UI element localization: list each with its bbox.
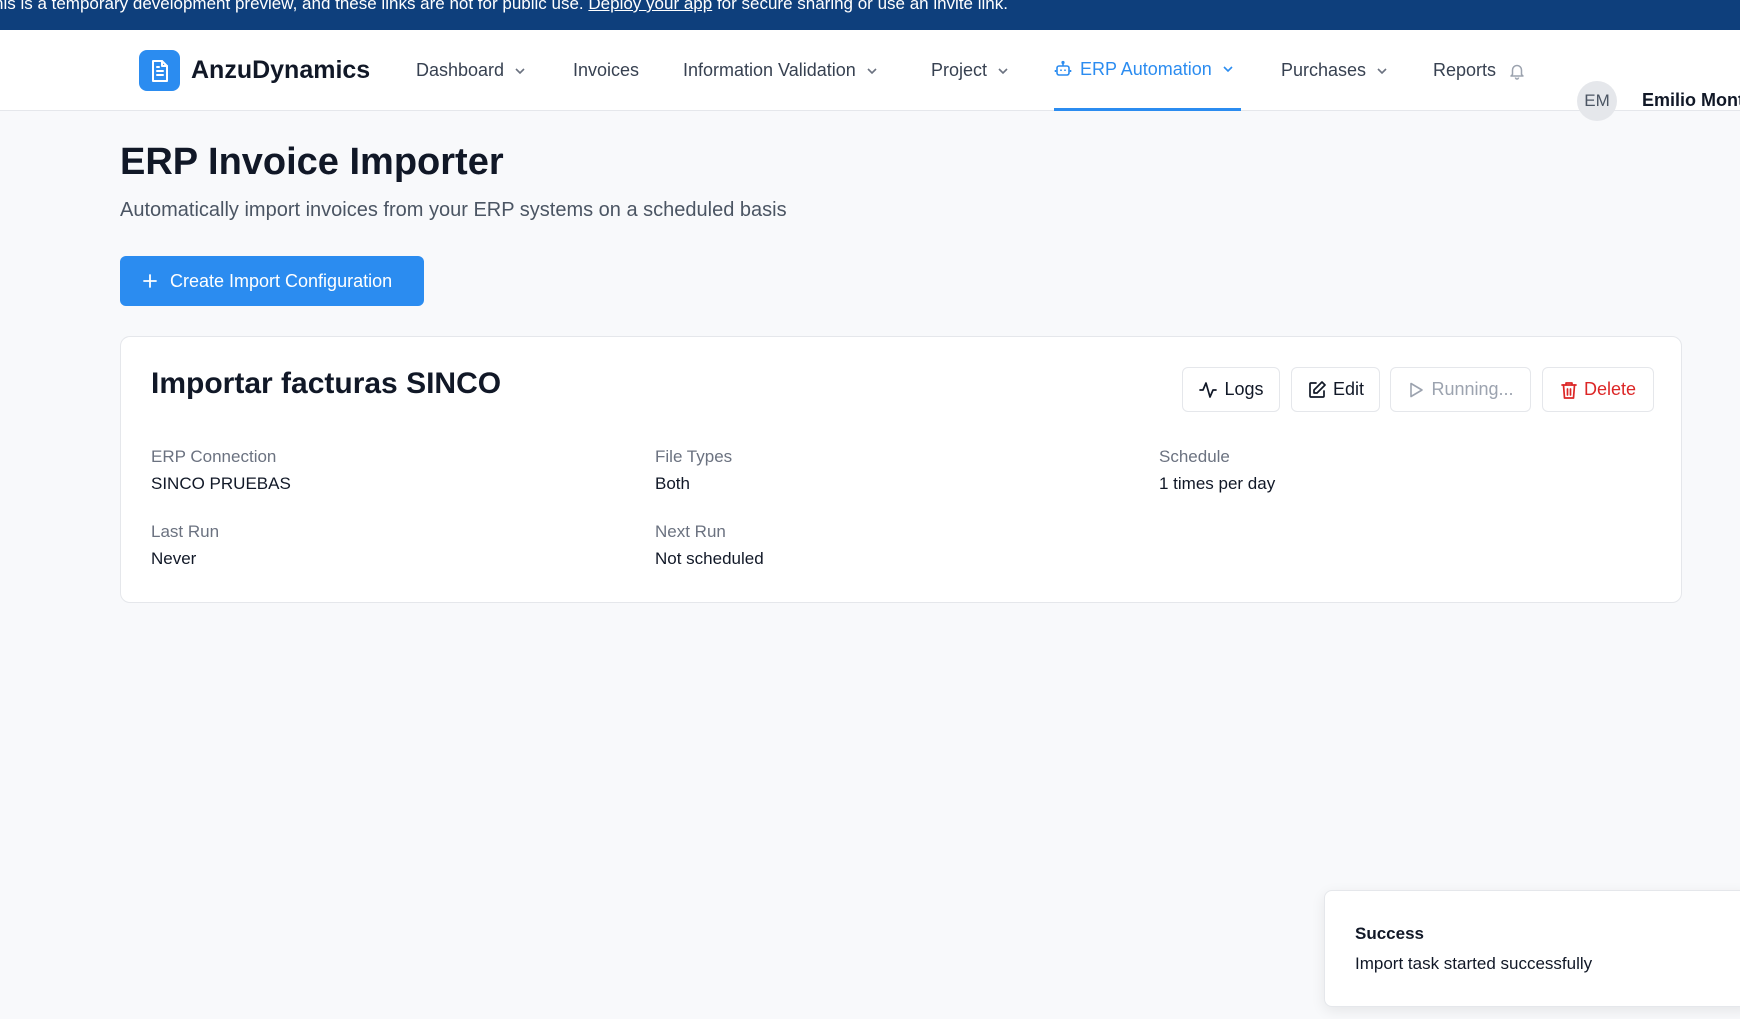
nav-dashboard[interactable]: Dashboard: [416, 30, 527, 111]
import-configuration-card: Importar facturas SINCO Logs Edit Runnin…: [120, 336, 1682, 603]
delete-button[interactable]: Delete: [1542, 367, 1654, 412]
nav-project[interactable]: Project: [931, 30, 1010, 111]
chevron-down-icon: [865, 64, 879, 78]
last-run-value: Never: [151, 549, 197, 568]
logs-button[interactable]: Logs: [1182, 367, 1280, 412]
nav-purchases[interactable]: Purchases: [1281, 30, 1389, 111]
avatar-initials: EM: [1584, 91, 1610, 110]
create-import-configuration-label: Create Import Configuration: [170, 270, 393, 291]
file-types-value: Both: [655, 474, 690, 493]
nav-erp-automation[interactable]: ERP Automation: [1054, 30, 1241, 111]
nav-erp-automation-label: ERP Automation: [1080, 58, 1212, 79]
edit-label: Edit: [1332, 379, 1365, 399]
logs-label: Logs: [1224, 379, 1264, 399]
nav-dashboard-label: Dashboard: [416, 60, 505, 80]
toast-message: Import task started successfully: [1355, 954, 1593, 973]
trash-icon: [1560, 380, 1578, 400]
page-title: ERP Invoice Importer: [120, 141, 504, 183]
next-run-label: Next Run: [655, 522, 726, 541]
nav-reports[interactable]: Reports: [1433, 30, 1526, 111]
schedule-value: 1 times per day: [1159, 474, 1276, 493]
banner-text-after: for secure sharing or use an invite link…: [716, 0, 1008, 13]
nav-information-validation[interactable]: Information Validation: [683, 30, 879, 111]
brand-name: AnzuDynamics: [191, 56, 371, 84]
toast-title: Success: [1355, 924, 1424, 943]
deploy-app-link[interactable]: Deploy your app: [588, 0, 712, 13]
plus-icon: [142, 273, 158, 289]
schedule-label: Schedule: [1159, 447, 1230, 466]
nav-invoices-label: Invoices: [573, 60, 640, 80]
nav-information-validation-label: Information Validation: [683, 60, 856, 80]
nav-project-label: Project: [931, 60, 988, 80]
delete-label: Delete: [1583, 379, 1637, 399]
run-button[interactable]: Running...: [1390, 367, 1531, 412]
bell-icon[interactable]: [1508, 62, 1526, 80]
dev-preview-banner: his is a temporary development preview, …: [0, 0, 1740, 30]
play-icon: [1407, 381, 1425, 399]
user-name[interactable]: Emilio Mont: [1642, 90, 1740, 111]
next-run-value: Not scheduled: [655, 549, 764, 568]
top-navigation: AnzuDynamics Dashboard Invoices Informat…: [0, 30, 1740, 121]
chevron-down-icon: [996, 64, 1010, 78]
edit-icon: [1307, 380, 1327, 400]
nav-purchases-label: Purchases: [1281, 60, 1367, 80]
edit-button[interactable]: Edit: [1291, 367, 1380, 412]
last-run-label: Last Run: [151, 522, 220, 541]
chevron-down-icon: [1221, 62, 1235, 76]
page-subtitle: Automatically import invoices from your …: [120, 199, 787, 221]
create-import-configuration-button[interactable]: Create Import Configuration: [120, 256, 424, 306]
chevron-down-icon: [513, 64, 527, 78]
file-types-label: File Types: [655, 447, 733, 466]
brand[interactable]: AnzuDynamics: [139, 50, 370, 91]
banner-text: his is a temporary development preview, …: [0, 0, 584, 13]
configuration-title: Importar facturas SINCO: [151, 367, 502, 400]
run-label: Running...: [1431, 379, 1514, 399]
document-icon: [139, 50, 180, 91]
success-toast[interactable]: Success Import task started successfully: [1324, 890, 1740, 1007]
nav-invoices[interactable]: Invoices: [573, 30, 639, 111]
erp-connection-label: ERP Connection: [151, 447, 277, 466]
chevron-down-icon: [1375, 64, 1389, 78]
nav-reports-label: Reports: [1433, 60, 1497, 80]
robot-icon: [1054, 60, 1072, 78]
erp-connection-value: SINCO PRUEBAS: [151, 474, 291, 493]
activity-icon: [1198, 380, 1218, 400]
avatar[interactable]: EM: [1577, 81, 1617, 121]
